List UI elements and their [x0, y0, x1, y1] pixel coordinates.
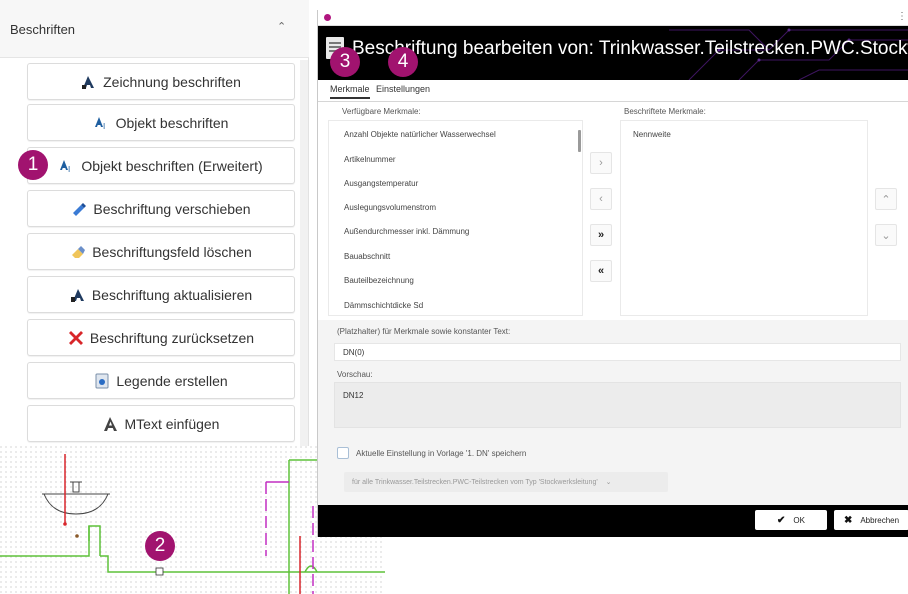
list-item[interactable]: Außendurchmesser inkl. Dämmung — [344, 227, 469, 236]
list-item[interactable]: Bauabschnitt — [344, 252, 390, 261]
close-icon[interactable]: ⋮ — [897, 11, 907, 22]
available-properties-label: Verfügbare Merkmale: — [342, 107, 421, 116]
move-label-icon — [71, 201, 87, 217]
add-all-button[interactable]: » — [590, 224, 612, 246]
app-icon — [324, 14, 331, 21]
list-scrollbar[interactable] — [578, 130, 581, 152]
mtext-icon — [103, 416, 119, 432]
dialog-title: Beschriftung bearbeiten von: Trinkwasser… — [352, 38, 908, 59]
available-properties-list[interactable]: Anzahl Objekte natürlicher Wasserwechsel… — [328, 120, 583, 316]
move-label-button[interactable]: Beschriftung verschieben — [27, 190, 295, 227]
list-item[interactable]: Ausgangstemperatur — [344, 179, 418, 188]
label-object-icon: I — [94, 115, 110, 131]
add-one-button[interactable]: › — [590, 152, 612, 174]
assigned-properties-label: Beschriftete Merkmale: — [624, 107, 706, 116]
check-icon: ✔ — [777, 514, 786, 526]
move-up-button[interactable]: ⌃ — [875, 188, 897, 210]
cancel-label: Abbrechen — [860, 515, 900, 525]
placeholder-label: (Platzhalter) für Merkmale sowie konstan… — [337, 327, 511, 336]
reset-label-button[interactable]: Beschriftung zurücksetzen — [27, 319, 295, 356]
button-label: Beschriftung verschieben — [93, 200, 251, 217]
scope-dropdown[interactable]: für alle Trinkwasser.Teilstrecken.PWC-Te… — [344, 472, 668, 492]
delete-label-field-button[interactable]: Beschriftungsfeld löschen — [27, 233, 295, 270]
button-label: Objekt beschriften — [115, 114, 229, 131]
list-item[interactable]: Bauteilbezeichnung — [344, 276, 414, 285]
chevron-right-icon: › — [599, 157, 603, 169]
chevron-up-icon: ⌃ — [881, 193, 891, 206]
chevron-up-icon[interactable]: ⌃ — [277, 20, 286, 33]
double-chevron-right-icon: » — [597, 229, 605, 241]
legend-icon — [94, 373, 110, 389]
reset-x-icon — [68, 330, 84, 346]
panel-scrollbar[interactable] — [300, 60, 308, 446]
button-label: MText einfügen — [124, 415, 220, 432]
list-item[interactable]: Artikelnummer — [344, 155, 396, 164]
save-template-checkbox[interactable] — [337, 447, 349, 459]
dialog-titlebar: ⋮ — [318, 10, 908, 26]
labeling-panel: Beschriften ⌃ Zeichnung beschriften I Ob… — [0, 0, 309, 446]
callout-badge: 4 — [388, 47, 418, 77]
list-item[interactable]: Anzahl Objekte natürlicher Wasserwechsel — [344, 130, 496, 139]
callout-badge: 1 — [18, 150, 48, 180]
preview-value: DN12 — [343, 391, 364, 400]
button-label: Legende erstellen — [116, 372, 228, 389]
label-drawing-button[interactable]: Zeichnung beschriften — [27, 63, 295, 100]
close-icon: ✖ — [843, 514, 853, 526]
tab-merkmale[interactable]: Merkmale — [330, 84, 370, 99]
create-legend-button[interactable]: Legende erstellen — [27, 362, 295, 399]
scope-value: für alle Trinkwasser.Teilstrecken.PWC-Te… — [352, 479, 598, 486]
remove-all-button[interactable]: « — [590, 260, 612, 282]
save-template-label: Aktuelle Einstellung in Vorlage '1. DN' … — [356, 449, 527, 458]
callout-badge: 2 — [145, 531, 175, 561]
button-label: Beschriftung aktualisieren — [91, 286, 253, 303]
label-object-advanced-button[interactable]: I Objekt beschriften (Erweitert) — [27, 147, 295, 184]
label-object-advanced-icon: I — [59, 158, 75, 174]
button-label: Zeichnung beschriften — [103, 73, 241, 90]
refresh-label-icon — [70, 287, 86, 303]
cancel-button[interactable]: ✖ Abbrechen — [834, 510, 908, 530]
callout-badge: 3 — [330, 47, 360, 77]
preview-label: Vorschau: — [337, 370, 373, 379]
chevron-left-icon: ‹ — [599, 193, 603, 205]
panel-header[interactable]: Beschriften ⌃ — [0, 0, 309, 58]
remove-one-button[interactable]: ‹ — [590, 188, 612, 210]
move-down-button[interactable]: ⌄ — [875, 224, 897, 246]
label-object-button[interactable]: I Objekt beschriften — [27, 104, 295, 141]
ok-label: OK — [793, 515, 805, 525]
chevron-down-icon: ⌄ — [605, 479, 612, 486]
button-label: Beschriftung zurücksetzen — [89, 329, 255, 346]
tab-einstellungen[interactable]: Einstellungen — [376, 84, 430, 97]
dialog-footer: ✔ OK ✖ Abbrechen — [318, 505, 908, 537]
tab-bar: Merkmale Einstellungen — [318, 80, 908, 102]
button-label: Objekt beschriften (Erweitert) — [81, 157, 263, 174]
button-label: Beschriftungsfeld löschen — [92, 243, 252, 260]
insert-mtext-button[interactable]: MText einfügen — [27, 405, 295, 442]
placeholder-input[interactable]: DN(0) — [334, 343, 901, 361]
update-label-button[interactable]: Beschriftung aktualisieren — [27, 276, 295, 313]
svg-text:I: I — [68, 165, 70, 174]
chevron-down-icon: ⌄ — [881, 229, 891, 242]
panel-title: Beschriften — [10, 22, 76, 37]
eraser-icon — [70, 244, 86, 260]
preview-box: DN12 — [334, 382, 901, 428]
edit-label-dialog: ⋮ Beschriftung bearbeiten von: Trinkwass… — [317, 10, 908, 537]
list-item[interactable]: Dämmschichtdicke Sd — [344, 301, 423, 310]
ok-button[interactable]: ✔ OK — [755, 510, 827, 530]
svg-text:I: I — [103, 122, 105, 131]
list-item[interactable]: Auslegungsvolumenstrom — [344, 203, 436, 212]
label-drawing-icon — [81, 74, 97, 90]
double-chevron-left-icon: « — [597, 265, 605, 277]
list-item[interactable]: Nennweite — [633, 130, 671, 139]
assigned-properties-list[interactable]: Nennweite — [620, 120, 868, 316]
